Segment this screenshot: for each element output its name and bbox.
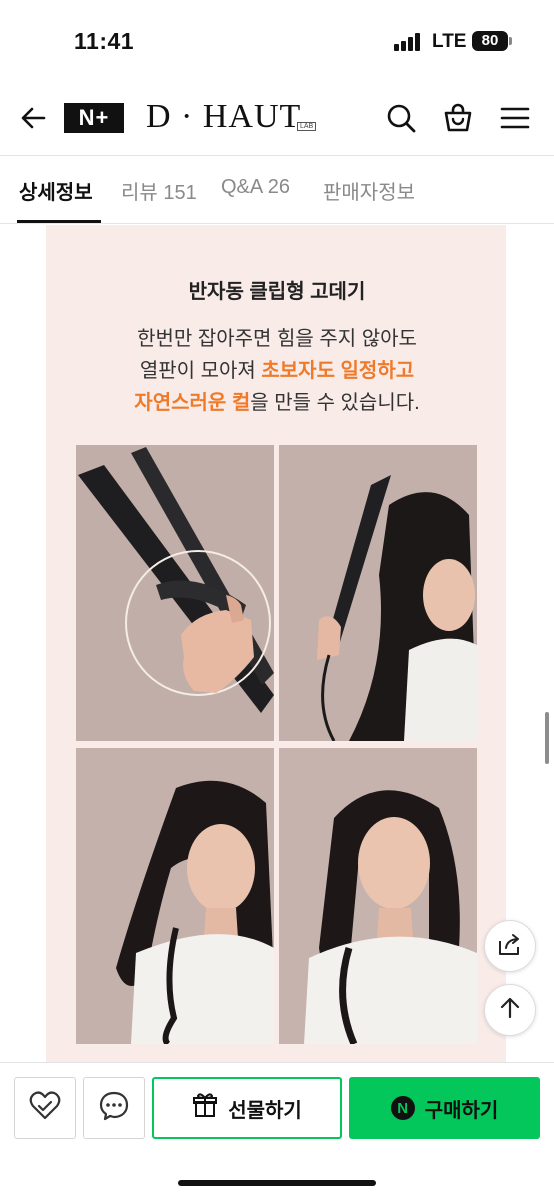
wishlist-heart-icon [28, 1089, 62, 1128]
menu-icon[interactable] [499, 102, 531, 134]
wishlist-button[interactable] [14, 1077, 76, 1139]
result-photo-left [76, 748, 274, 1044]
battery-icon: 80 [472, 31, 508, 51]
product-detail-content: 반자동 클립형 고데기 한번만 잡아주면 힘을 주지 않아도 열판이 모아져 초… [0, 225, 554, 1062]
product-photo-styling [279, 445, 477, 741]
chat-icon [98, 1090, 130, 1127]
cart-icon[interactable] [442, 102, 474, 134]
gift-button-label: 선물하기 [228, 1099, 302, 1122]
brand-logo[interactable]: D · HAUT [146, 98, 301, 136]
brand-logo-sub: LAB [297, 122, 317, 131]
network-label: LTE [432, 31, 467, 52]
battery-tip [509, 37, 512, 45]
description-highlight-2: 자연스러운 컬 [134, 392, 251, 414]
buy-button[interactable]: N 구매하기 [349, 1077, 540, 1139]
product-photo-iron [76, 445, 274, 741]
description-line-2: 열판이 모아져 초보자도 일정하고 [0, 354, 554, 383]
gift-button[interactable]: 선물하기 [152, 1077, 342, 1139]
tab-active-underline [17, 220, 101, 223]
signal-icon [394, 33, 424, 51]
description-line-3-text: 을 만들 수 있습니다. [250, 392, 420, 414]
share-icon [497, 931, 523, 962]
description-line-2-text: 열판이 모아져 [139, 360, 262, 382]
search-icon[interactable] [385, 102, 417, 134]
purchase-bar: 선물하기 N 구매하기 [0, 1062, 554, 1200]
scrollbar[interactable] [545, 712, 549, 764]
share-button[interactable] [484, 920, 536, 972]
tab-qna[interactable]: Q&A 26 [221, 176, 290, 199]
tab-detail-info[interactable]: 상세정보 [19, 176, 93, 205]
section-title: 반자동 클립형 고데기 [188, 281, 366, 303]
detail-tabs: 상세정보 리뷰 151 Q&A 26 판매자정보 [0, 156, 554, 224]
status-time: 11:41 [74, 28, 135, 54]
naver-plus-badge[interactable]: N+ [64, 103, 124, 133]
chat-button[interactable] [83, 1077, 145, 1139]
arrow-up-icon [498, 996, 522, 1025]
tab-reviews[interactable]: 리뷰 151 [121, 176, 197, 205]
buy-button-label: 구매하기 [424, 1099, 499, 1122]
status-bar: 11:41 LTE 80 [0, 0, 554, 80]
description-line-3: 자연스러운 컬을 만들 수 있습니다. [0, 386, 554, 415]
gift-icon [192, 1092, 218, 1124]
scroll-top-button[interactable] [484, 984, 536, 1036]
home-indicator [178, 1180, 376, 1186]
tab-seller-info[interactable]: 판매자정보 [323, 176, 415, 205]
naver-n-icon: N [390, 1096, 415, 1120]
result-photo-right [279, 748, 477, 1044]
app-header: N+ D · HAUT LAB [0, 80, 554, 156]
back-arrow-icon[interactable] [18, 102, 50, 134]
description-line-1: 한번만 잡아주면 힘을 주지 않아도 [137, 328, 417, 350]
description-highlight-1: 초보자도 일정하고 [261, 360, 415, 382]
